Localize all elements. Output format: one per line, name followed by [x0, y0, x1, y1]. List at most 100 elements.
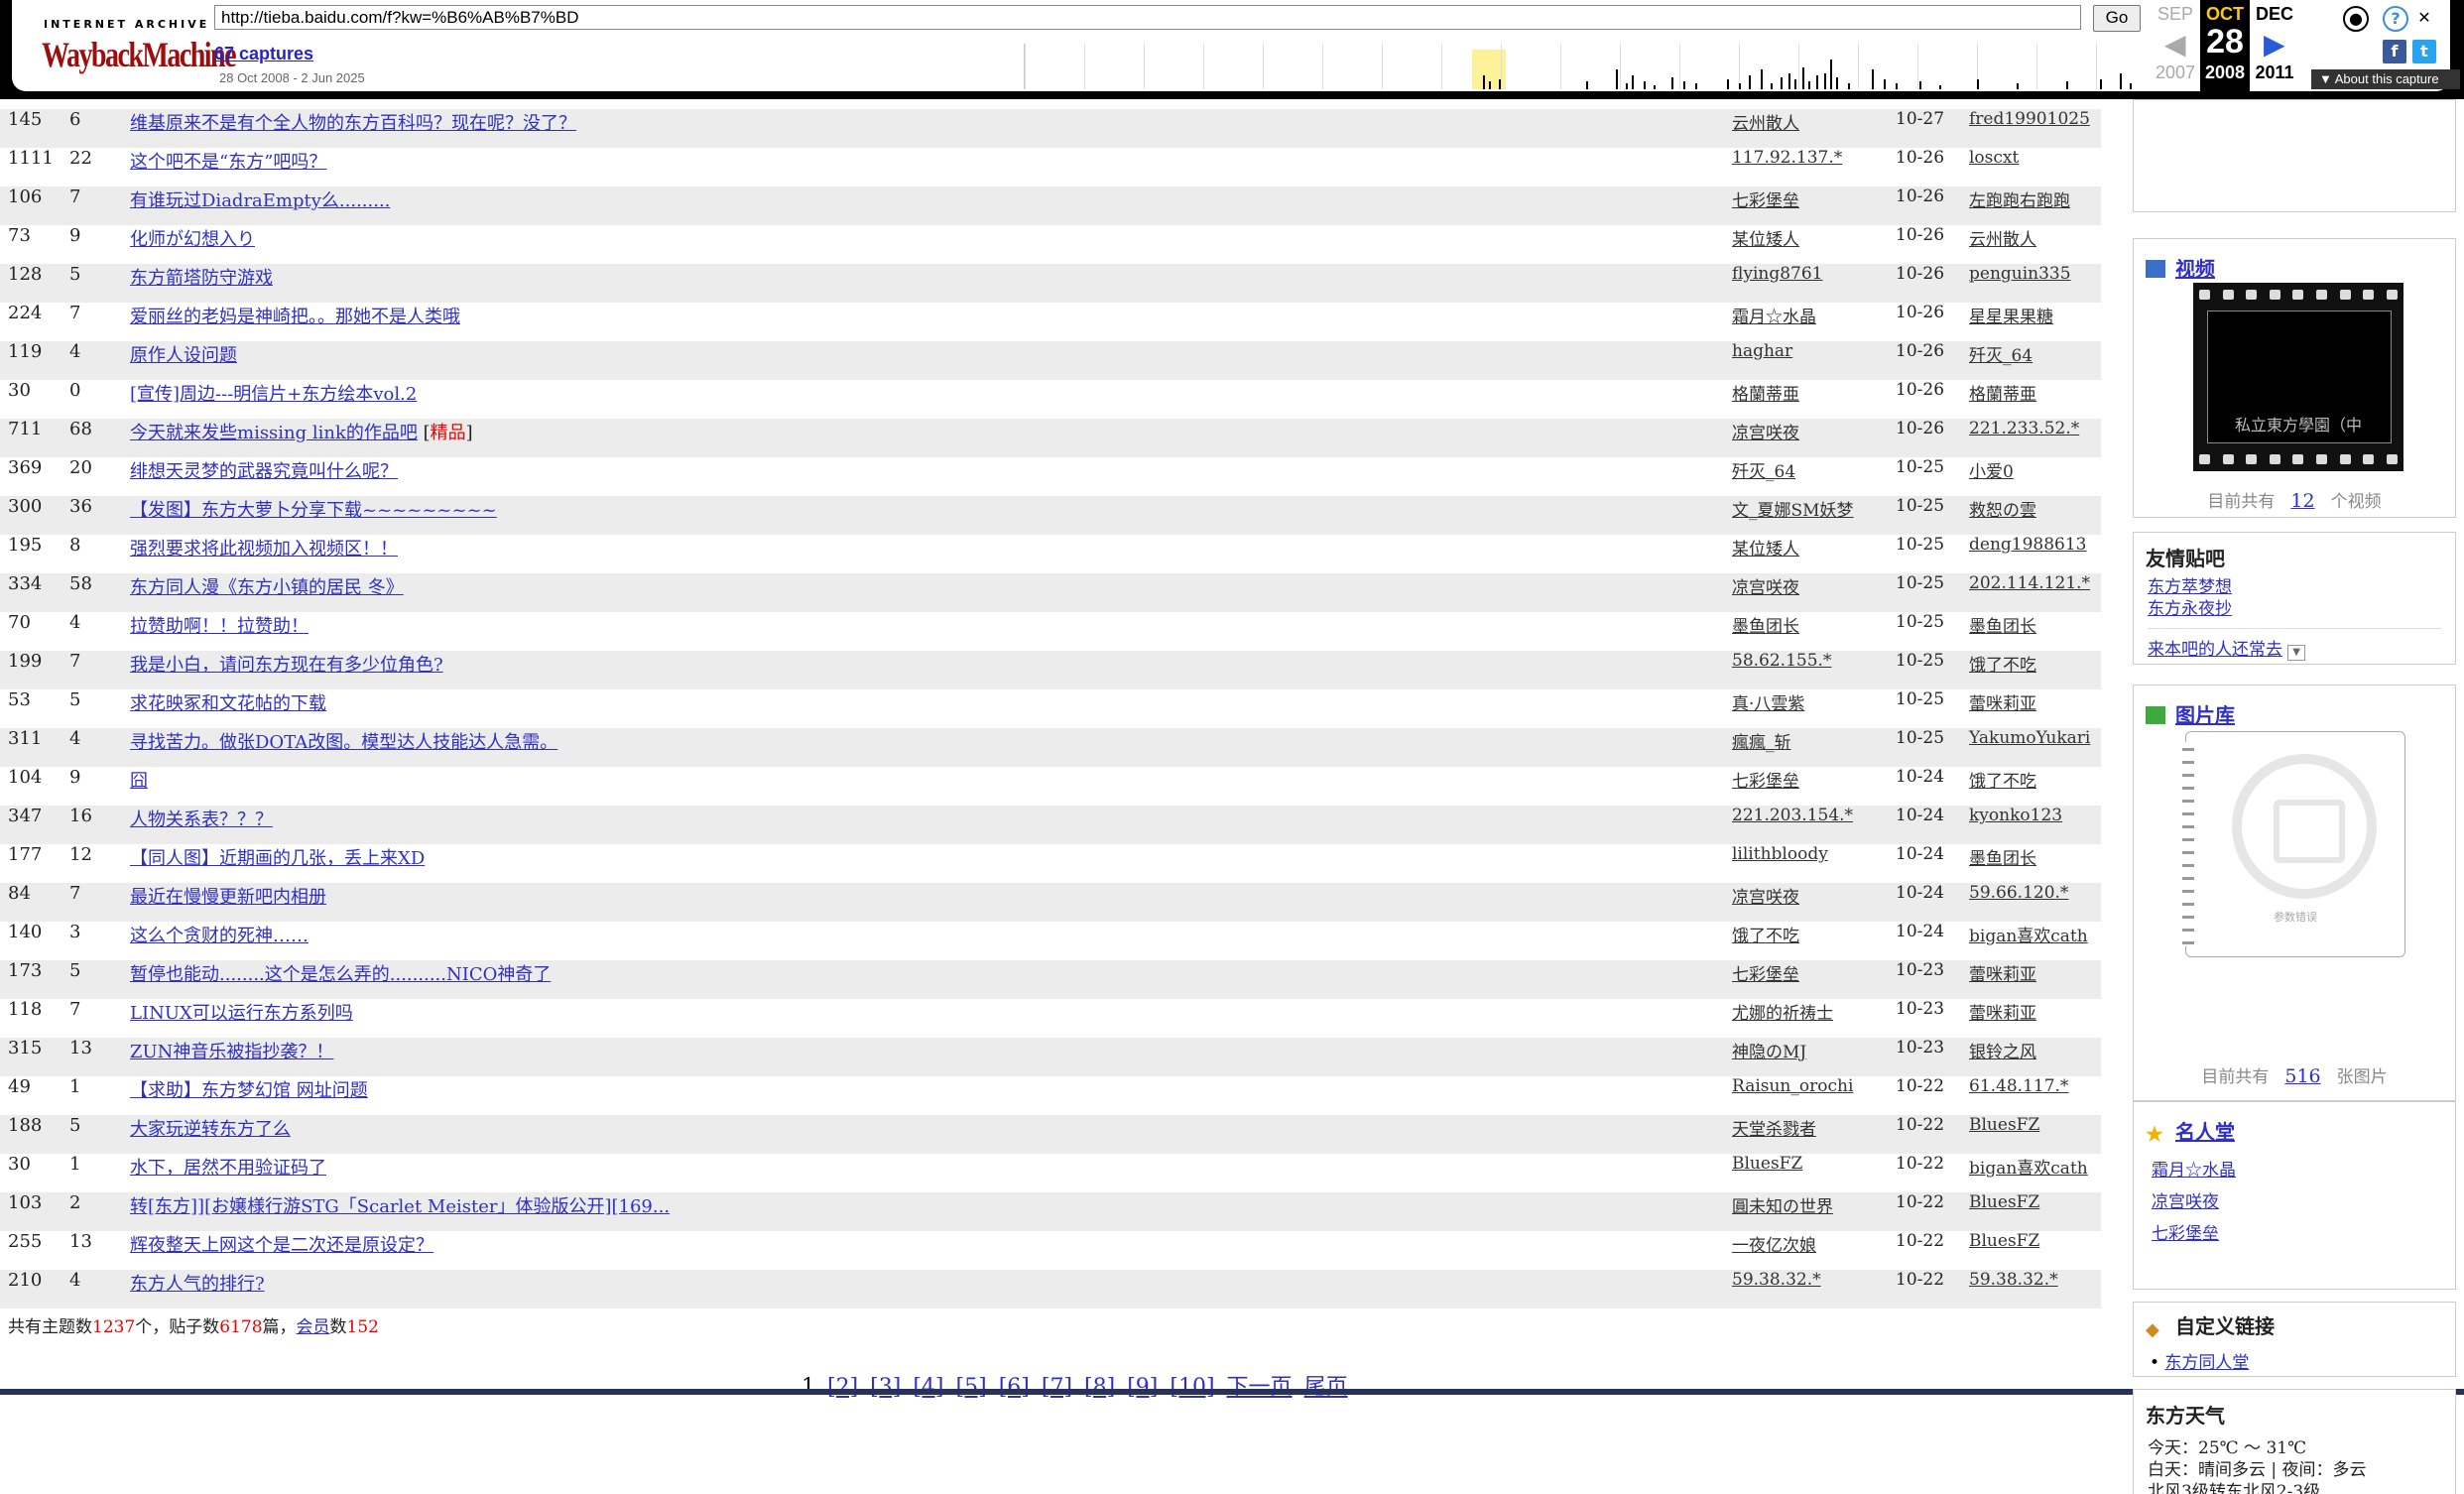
thread-title-link[interactable]: 维基原来不是有个全人物的东方百科吗？现在呢？没了？ [130, 113, 576, 134]
last-replier[interactable]: 饿了不吃 [1969, 651, 2036, 676]
thread-author[interactable]: 格蘭蒂亜 [1732, 380, 1799, 405]
capture-bar[interactable] [1644, 81, 1646, 89]
last-replier[interactable]: kyonko123 [1969, 806, 2062, 825]
last-replier[interactable]: 59.66.120.* [1969, 883, 2068, 903]
capture-bar[interactable] [2100, 79, 2102, 89]
thread-title-link[interactable]: 东方人气的排行? [130, 1274, 265, 1295]
capture-bar[interactable] [1586, 81, 1588, 89]
gallery-album[interactable]: 参数错误 [2182, 731, 2405, 957]
thread-author[interactable]: 神隐のMJ [1732, 1038, 1806, 1062]
capture-bar[interactable] [1977, 79, 1979, 89]
capture-bar[interactable] [1824, 73, 1826, 89]
capture-bar[interactable] [1794, 79, 1796, 89]
thread-title-link[interactable]: 绯想天灵梦的武器究竟叫什么呢？ [130, 461, 398, 482]
last-replier[interactable]: 墨鱼团长 [1969, 612, 2036, 637]
page-link[interactable]: [7] [1042, 1375, 1072, 1400]
thread-title-link[interactable]: 原作人设问题 [130, 345, 237, 366]
twitter-icon[interactable]: t [2412, 40, 2436, 63]
page-link[interactable]: [3] [870, 1375, 901, 1400]
capture-bar[interactable] [1848, 83, 1850, 89]
next-month[interactable]: DEC ▶ 2011 [2250, 0, 2299, 91]
last-replier[interactable]: 蕾咪莉亚 [1969, 960, 2036, 985]
prev-arrow-icon[interactable]: ◀ [2164, 28, 2186, 61]
thread-title-link[interactable]: 寻找苦力。做张DOTA改图。模型达人技能达人急需。 [130, 732, 557, 753]
thread-title-link[interactable]: 爱丽丝的老妈是神崎把。。那她不是人类哦 [130, 307, 460, 327]
last-replier[interactable]: 格蘭蒂亜 [1969, 380, 2036, 405]
last-replier[interactable]: 61.48.117.* [1969, 1076, 2068, 1096]
thread-title-link[interactable]: 【同人图】近期画的几张，丢上来XD [130, 848, 425, 869]
thread-author[interactable]: BluesFZ [1732, 1154, 1802, 1174]
thread-title-link[interactable]: 拉赞助啊！！拉赞助！ [130, 616, 308, 637]
thread-title-link[interactable]: ZUN神音乐被指抄袭？！ [130, 1042, 333, 1062]
thread-author[interactable]: 凉宫咲夜 [1732, 419, 1799, 443]
video-count-link[interactable]: 12 [2290, 490, 2314, 512]
capture-bar[interactable] [1683, 81, 1685, 89]
last-replier[interactable]: 202.114.121.* [1969, 573, 2090, 593]
capture-bar[interactable] [2017, 83, 2019, 89]
capture-bar[interactable] [1616, 69, 1618, 89]
capture-bar[interactable] [1749, 75, 1751, 89]
capture-bar[interactable] [1884, 79, 1886, 89]
thread-author[interactable]: flying8761 [1732, 264, 1822, 284]
thread-title-link[interactable]: 强烈要求将此视频加入视频区！！ [130, 539, 398, 560]
thread-author[interactable]: 一夜亿次娘 [1732, 1231, 1816, 1256]
go-button[interactable]: Go [2093, 5, 2141, 32]
thread-author[interactable]: 59.38.32.* [1732, 1270, 1821, 1290]
thread-title-link[interactable]: 我是小白，请问东方现在有多少位角色? [130, 655, 443, 676]
thread-author[interactable]: 尤娜的祈祷士 [1732, 999, 1833, 1024]
thread-author[interactable]: 文_夏娜SM妖梦 [1732, 496, 1854, 521]
thread-author[interactable]: 七彩堡垒 [1732, 187, 1799, 211]
last-replier[interactable]: BluesFZ [1969, 1231, 2039, 1251]
thread-title-link[interactable]: 东方箭塔防守游戏 [130, 268, 273, 289]
last-replier[interactable]: YakumoYukari [1969, 728, 2090, 748]
capture-bar[interactable] [1830, 60, 1832, 89]
fame-name-link[interactable]: 七彩堡垒 [2152, 1223, 2241, 1245]
capture-bar[interactable] [1483, 75, 1485, 89]
capture-bar[interactable] [1939, 85, 1941, 89]
thread-author[interactable]: 117.92.137.* [1732, 148, 1842, 168]
last-replier[interactable]: loscxt [1969, 148, 2019, 168]
thread-author[interactable]: 天堂杀戮者 [1732, 1115, 1816, 1140]
thread-title-link[interactable]: 求花映冢和文花帖的下载 [130, 693, 326, 714]
thread-author[interactable]: 云州散人 [1732, 109, 1799, 134]
page-link[interactable]: [8] [1084, 1375, 1115, 1400]
thread-title-link[interactable]: 化师が幻想入り [130, 229, 255, 250]
thread-author[interactable]: 霜月☆水晶 [1732, 303, 1816, 327]
last-replier[interactable]: 救恕の雲 [1969, 496, 2036, 521]
last-replier[interactable]: bigan喜欢cath [1969, 1154, 2088, 1179]
fame-title-link[interactable]: 名人堂 [2175, 1120, 2235, 1144]
thread-author[interactable]: 58.62.155.* [1732, 651, 1831, 671]
capture-bar[interactable] [1896, 83, 1898, 89]
capture-bar[interactable] [1499, 79, 1501, 89]
capture-bar[interactable] [1489, 81, 1491, 89]
chevron-down-icon[interactable]: ▼ [2287, 645, 2306, 661]
capture-bar[interactable] [1919, 81, 1921, 89]
thread-author[interactable]: 瘋瘋_斩 [1732, 728, 1791, 753]
thread-title-link[interactable]: 囧 [130, 771, 148, 792]
thread-title-link[interactable]: LINUX可以运行东方系列吗 [130, 1003, 353, 1024]
thread-title-link[interactable]: 暂停也能动........这个是怎么弄的..........NICO神奇了 [130, 964, 551, 985]
thread-title-link[interactable]: 辉夜整天上网这个是二次还是原设定？ [130, 1235, 433, 1256]
thread-author[interactable]: 真·八雲紫 [1732, 689, 1804, 714]
last-replier[interactable]: deng1988613 [1969, 535, 2087, 555]
prev-month[interactable]: SEP ◀ 2007 [2151, 0, 2200, 91]
help-icon[interactable]: ? [2383, 6, 2408, 32]
thread-author[interactable]: 七彩堡垒 [1732, 767, 1799, 792]
page-link[interactable]: [9] [1127, 1375, 1158, 1400]
last-replier[interactable]: penguin335 [1969, 264, 2071, 284]
thread-author[interactable]: 歼灭_64 [1732, 457, 1795, 482]
thread-author[interactable]: 七彩堡垒 [1732, 960, 1799, 985]
last-replier[interactable]: BluesFZ [1969, 1115, 2039, 1135]
last-replier[interactable]: 左跑跑右跑跑 [1969, 187, 2070, 211]
thread-author[interactable]: lilithbloody [1732, 844, 1828, 864]
thread-author[interactable]: 某位矮人 [1732, 225, 1799, 250]
capture-bar[interactable] [2120, 73, 2122, 89]
about-capture-button[interactable]: ▼ About this capture [2311, 69, 2460, 89]
last-replier[interactable]: 云州散人 [1969, 225, 2036, 250]
capture-bar[interactable] [1626, 83, 1628, 89]
last-replier[interactable]: fred19901025 [1969, 109, 2090, 129]
capture-bar[interactable] [2130, 83, 2132, 89]
thread-author[interactable]: 凉宫咲夜 [1732, 883, 1799, 908]
last-replier[interactable]: 饿了不吃 [1969, 767, 2036, 792]
thread-author[interactable]: 圓未知の世界 [1732, 1192, 1833, 1217]
